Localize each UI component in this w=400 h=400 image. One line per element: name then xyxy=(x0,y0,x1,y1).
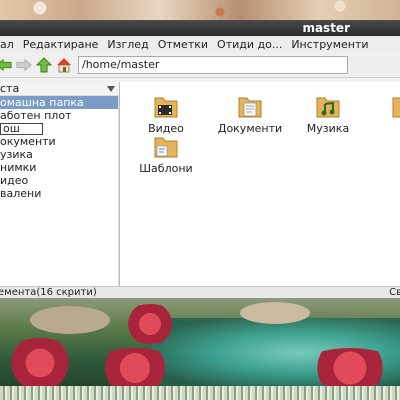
location-input[interactable]: /home/master xyxy=(78,55,348,74)
sidebar-scrollbar[interactable] xyxy=(118,96,119,286)
places-sidebar: ста омашна папка аботен плот ош окументи… xyxy=(0,82,120,286)
arrow-left-icon xyxy=(0,58,12,71)
sidebar-item-downloads[interactable]: валени xyxy=(0,187,119,200)
pictures-folder-icon xyxy=(392,97,400,118)
wallpaper-rock xyxy=(240,302,310,324)
wallpaper-rock xyxy=(30,306,110,334)
sidebar-item-pictures[interactable]: нимки xyxy=(0,161,119,174)
desktop-wallpaper-top xyxy=(0,0,400,20)
toolbar: /home/master xyxy=(0,52,400,78)
sidebar-item-trash[interactable]: ош xyxy=(0,122,119,135)
documents-folder-icon xyxy=(238,97,262,118)
menu-file[interactable]: ал xyxy=(0,38,19,51)
file-item-videos[interactable]: Видео xyxy=(126,92,206,135)
status-item-count: емента(16 скрити) xyxy=(0,287,97,298)
video-folder-icon xyxy=(154,97,178,118)
sidebar-item-home[interactable]: омашна папка xyxy=(0,96,119,109)
file-view: Видео Документи Музика Шаблони xyxy=(120,82,400,286)
menu-go[interactable]: Отиди до... xyxy=(213,38,287,51)
sidebar-item-videos[interactable]: идео xyxy=(0,174,119,187)
arrow-right-icon xyxy=(16,58,32,71)
wallpaper-flowers xyxy=(90,348,180,388)
desktop-wallpaper-bottom xyxy=(0,298,400,400)
chevron-down-icon xyxy=(107,85,115,92)
file-label: Музика xyxy=(306,122,350,135)
file-manager-window: master ал Редактиране Изглед Отметки Оти… xyxy=(0,20,400,298)
window-title: master xyxy=(302,21,350,35)
status-free-space: Св xyxy=(389,287,400,298)
file-label: Шаблони xyxy=(139,162,193,175)
up-button[interactable] xyxy=(36,56,52,73)
sidebar-header[interactable]: ста xyxy=(0,82,119,96)
sidebar-header-label: ста xyxy=(0,82,20,95)
sidebar-item-desktop[interactable]: аботен плот xyxy=(0,109,119,122)
statusbar: емента(16 скрити) Св xyxy=(0,286,400,298)
home-icon xyxy=(57,57,71,72)
templates-folder-icon xyxy=(154,137,178,158)
wallpaper-grass xyxy=(0,386,400,400)
sidebar-item-documents[interactable]: окументи xyxy=(0,135,119,148)
file-item-pictures[interactable]: П xyxy=(364,92,400,135)
arrow-up-icon xyxy=(36,56,52,72)
back-button[interactable] xyxy=(0,57,12,73)
menu-tools[interactable]: Инструменти xyxy=(287,38,373,51)
content-area: ста омашна папка аботен плот ош окументи… xyxy=(0,82,400,286)
wallpaper-flowers xyxy=(300,348,400,388)
menu-view[interactable]: Изглед xyxy=(103,38,153,51)
forward-button[interactable] xyxy=(16,57,32,73)
wallpaper-flowers xyxy=(0,338,80,388)
menubar: ал Редактиране Изглед Отметки Отиди до..… xyxy=(0,36,400,52)
wallpaper-flowers xyxy=(120,304,180,344)
file-item-templates[interactable]: Шаблони xyxy=(126,132,206,175)
window-titlebar[interactable]: master xyxy=(0,20,400,36)
file-item-documents[interactable]: Документи xyxy=(210,92,290,135)
menu-bookmarks[interactable]: Отметки xyxy=(154,38,213,51)
sidebar-item-music[interactable]: узика xyxy=(0,148,119,161)
home-button[interactable] xyxy=(56,57,72,73)
music-folder-icon xyxy=(316,97,340,118)
file-item-music[interactable]: Музика xyxy=(288,92,368,135)
file-label: Документи xyxy=(217,122,283,135)
menu-edit[interactable]: Редактиране xyxy=(19,38,104,51)
sidebar-rename-field[interactable]: ош xyxy=(0,123,43,135)
